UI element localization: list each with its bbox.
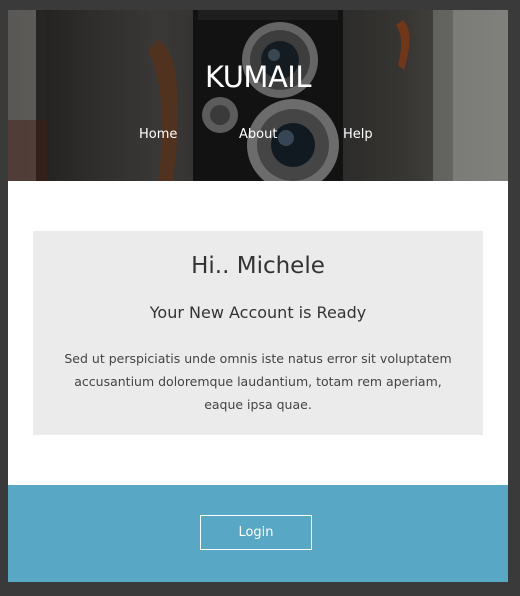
email-frame: KUMAIL Home About Help Hi.. Michele Your… [8,10,508,582]
brand-logo: KUMAIL [204,60,312,94]
footer-band: Login [8,485,508,582]
welcome-body-text: Sed ut perspiciatis unde omnis iste natu… [64,351,452,412]
welcome-card: Hi.. Michele Your New Account is Ready S… [33,231,483,435]
nav-home-link[interactable]: Home [139,127,177,142]
nav-about-link[interactable]: About [239,127,277,142]
nav-help-link[interactable]: Help [343,127,373,142]
hero-overlay [8,10,508,181]
greeting-heading: Hi.. Michele [191,253,325,279]
account-ready-subtitle: Your New Account is Ready [149,303,367,322]
hero-banner: KUMAIL Home About Help [8,10,508,181]
login-button[interactable]: Login [200,515,312,550]
top-nav: Home About Help [8,127,508,147]
